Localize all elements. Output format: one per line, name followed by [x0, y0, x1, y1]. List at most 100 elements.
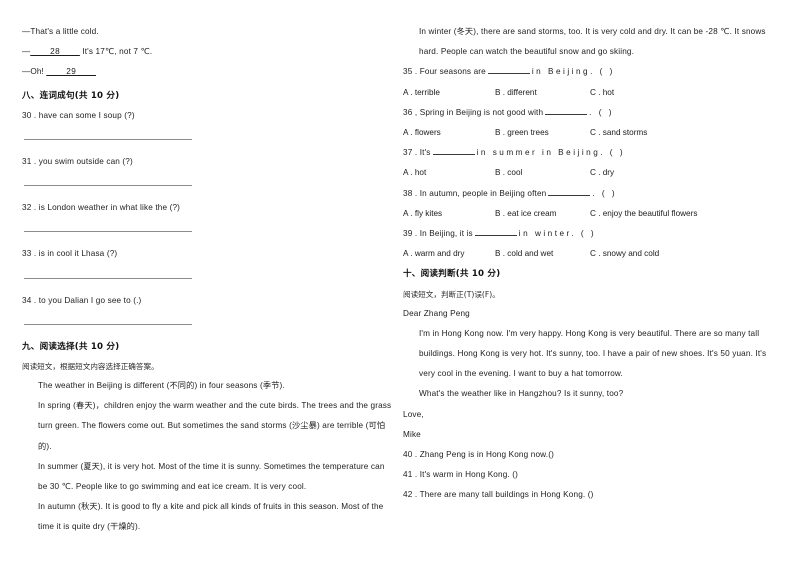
passage-paragraph: In winter (冬天), there are sand storms, t…	[419, 27, 766, 57]
option-c[interactable]: C . sand storms	[590, 123, 647, 143]
option-b[interactable]: B . cool	[495, 163, 522, 183]
option-c[interactable]: C . snowy and cold	[590, 244, 659, 264]
question-text: to you Dalian I go see to (.)	[38, 295, 142, 305]
passage-paragraph: The weather in Beijing is different (不同的…	[38, 381, 285, 391]
question-separator: .	[414, 188, 418, 198]
question-stem-end[interactable]: in summer in Beijing. ( )	[477, 148, 626, 157]
option-text: warm and dry	[414, 249, 465, 259]
answer-line[interactable]	[24, 139, 192, 141]
question-item: 31 . you swim outside can (?)	[22, 152, 394, 172]
question-stem-end[interactable]: in winter. ( )	[519, 229, 596, 238]
option-a[interactable]: A . terrible	[403, 83, 440, 103]
option-letter: A	[403, 87, 409, 97]
answer-line[interactable]	[24, 185, 192, 187]
section-nine-heading: 九、阅读选择(共 10 分)	[22, 341, 120, 352]
option-letter: C	[590, 249, 596, 259]
option-a[interactable]: A . flowers	[403, 123, 441, 143]
section-ten-heading: 十、阅读判断(共 10 分)	[403, 269, 501, 280]
option-letter: B	[495, 168, 501, 178]
blank-29[interactable]: ____29____	[46, 67, 96, 76]
option-letter: C	[590, 87, 596, 97]
question-stem: It's	[419, 148, 431, 158]
option-text: hot	[602, 87, 615, 97]
option-c[interactable]: C . dry	[590, 163, 614, 183]
question-text: have can some I soup (?)	[38, 110, 135, 120]
option-b[interactable]: B . green trees	[495, 123, 549, 143]
question-number: 31	[22, 157, 32, 167]
answer-line[interactable]	[24, 323, 192, 325]
answer-gap[interactable]	[474, 228, 517, 236]
tf-answer-box[interactable]: )	[515, 470, 524, 479]
question-text: is in cool it Lhasa (?)	[38, 249, 118, 259]
exam-page: —That's a little cold. —____28____ It's …	[0, 0, 794, 561]
option-a[interactable]: A . warm and dry	[403, 244, 464, 264]
mc-question: 39 . In Beijing, it is in winter. ( )	[403, 224, 775, 244]
answer-gap[interactable]	[548, 188, 591, 196]
tf-answer-box[interactable]: )	[551, 450, 560, 459]
question-item: 34 . to you Dalian I go see to (.)	[22, 291, 394, 311]
question-text: you swim outside can (?)	[38, 157, 133, 167]
option-text: dry	[602, 168, 615, 178]
mc-options: A . warm and dry B . cold and wet C . sn…	[403, 244, 775, 264]
letter-body-paragraph: I'm in Hong Kong now. I'm very happy. Ho…	[419, 328, 767, 379]
option-letter: A	[403, 249, 409, 259]
option-a[interactable]: A . hot	[403, 163, 426, 183]
question-stem-end[interactable]: in Beijing. ( )	[532, 67, 615, 76]
answer-line[interactable]	[24, 277, 192, 279]
option-b[interactable]: B . eat ice cream	[495, 204, 556, 224]
option-letter: B	[495, 208, 501, 218]
tf-answer-box[interactable]: )	[591, 490, 600, 499]
question-stem: In autumn, people in Beijing often	[419, 188, 547, 198]
option-text: different	[507, 87, 537, 97]
dialogue-line-2: —____28____ It's 17℃, not 7 ℃.	[22, 42, 394, 62]
blank-28[interactable]: ____28____	[30, 47, 80, 56]
answer-gap[interactable]	[487, 66, 530, 75]
option-text: cool	[507, 168, 523, 178]
option-letter: A	[403, 128, 409, 137]
mc-options: A . terrible B . different C . hot	[403, 83, 775, 103]
question-item: 33 . is in cool it Lhasa (?)	[22, 244, 394, 264]
option-text: hot	[414, 168, 427, 178]
question-stem: Four seasons are	[419, 67, 486, 77]
question-separator: .	[414, 67, 418, 77]
tf-statement: 41 . It's warm in Hong Kong. ()	[403, 465, 775, 485]
dialogue-line-2-rest: It's 17℃, not 7 ℃.	[82, 47, 153, 57]
mc-question: 37 . It's in summer in Beijing. ( )	[403, 143, 775, 163]
option-letter: A	[403, 208, 409, 218]
answer-line[interactable]	[24, 231, 192, 233]
letter-closing: Love,	[403, 409, 424, 419]
question-number: 40	[403, 449, 413, 459]
option-b[interactable]: B . cold and wet	[495, 244, 553, 264]
section-eight-heading: 八、连词成句(共 10 分)	[22, 90, 120, 101]
question-stem-end[interactable]: . ( )	[592, 189, 617, 198]
question-text: is London weather in what like the (?)	[38, 203, 181, 213]
option-text: enjoy the beautiful flowers	[602, 208, 698, 218]
option-text: eat ice cream	[507, 208, 557, 218]
question-separator: .	[33, 295, 37, 305]
question-number: 36	[403, 107, 413, 117]
question-stem-end[interactable]: . ( )	[589, 108, 614, 117]
question-separator: .	[33, 249, 37, 259]
option-c[interactable]: C . enjoy the beautiful flowers	[590, 204, 697, 224]
option-letter: B	[495, 87, 501, 97]
mc-options: A . flowers B . green trees C . sand sto…	[403, 123, 775, 143]
question-separator: .	[33, 157, 37, 167]
question-number: 30	[22, 110, 32, 120]
statement-text: It's warm in Hong Kong. (	[419, 470, 516, 480]
question-separator: .	[414, 148, 418, 158]
question-separator: .	[414, 228, 418, 238]
question-separator: .	[33, 203, 37, 213]
mc-question: 38 . In autumn, people in Beijing often.…	[403, 184, 775, 204]
option-text: fly kites	[414, 208, 443, 218]
section-nine-instruction: 阅读短文，根据短文内容选择正确答案。	[22, 362, 159, 372]
option-b[interactable]: B . different	[495, 83, 537, 103]
question-number: 34	[22, 295, 32, 305]
answer-gap[interactable]	[545, 107, 588, 115]
question-number: 39	[403, 228, 413, 238]
option-a[interactable]: A . fly kites	[403, 204, 442, 224]
option-c[interactable]: C . hot	[590, 83, 614, 103]
question-separator: .	[33, 110, 37, 120]
left-column: —That's a little cold. —____28____ It's …	[22, 0, 394, 538]
answer-gap[interactable]	[432, 147, 475, 156]
option-letter: A	[403, 168, 409, 178]
